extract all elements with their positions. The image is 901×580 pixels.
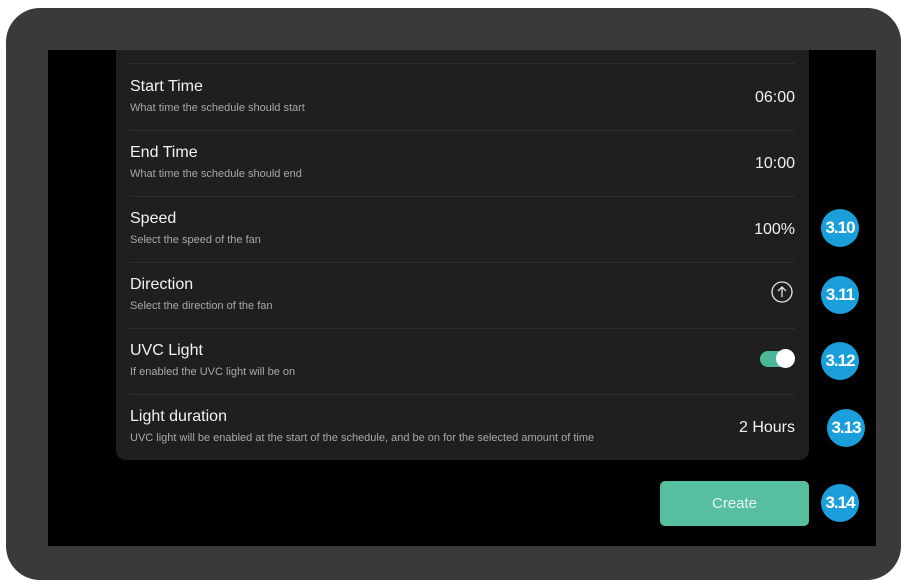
setting-title: Start Time [130, 78, 203, 95]
callout-badge: 3.14 [821, 484, 859, 522]
callout-badge: 3.13 [827, 409, 865, 447]
setting-description: What time the schedule should start [130, 102, 305, 114]
setting-row-start-time[interactable]: Start Time What time the schedule should… [130, 64, 795, 131]
light-duration-value[interactable]: 2 Hours [739, 419, 795, 437]
setting-title: End Time [130, 144, 198, 161]
arrow-up-circle-icon[interactable] [771, 281, 793, 303]
setting-description: Select the direction of the fan [130, 300, 273, 312]
setting-description: Select the speed of the fan [130, 234, 261, 246]
callout-badge: 3.10 [821, 209, 859, 247]
setting-description: What time the schedule should end [130, 168, 302, 180]
setting-row-speed[interactable]: Speed Select the speed of the fan 100% [130, 196, 795, 263]
setting-row-end-time[interactable]: End Time What time the schedule should e… [130, 130, 795, 197]
setting-description: If enabled the UVC light will be on [130, 366, 296, 378]
setting-title: UVC Light [130, 342, 203, 359]
setting-title: Speed [130, 210, 177, 227]
start-time-value[interactable]: 06:00 [755, 89, 795, 107]
speed-value[interactable]: 100% [754, 221, 795, 239]
setting-title: Light duration [130, 408, 227, 425]
callout-badge: 3.11 [821, 276, 859, 314]
setting-description: UVC light will be enabled at the start o… [130, 432, 595, 444]
setting-title: Direction [130, 276, 194, 293]
setting-row-uvc-light[interactable]: UVC Light If enabled the UVC light will … [130, 328, 795, 395]
end-time-value[interactable]: 10:00 [755, 155, 795, 173]
setting-row-light-duration[interactable]: Light duration UVC light will be enabled… [130, 394, 795, 460]
schedule-settings-panel: Start Time What time the schedule should… [116, 50, 809, 460]
create-button[interactable]: Create [660, 481, 809, 526]
toggle-knob [776, 349, 795, 368]
uvc-light-toggle[interactable] [760, 349, 795, 368]
setting-row-direction[interactable]: Direction Select the direction of the fa… [130, 262, 795, 329]
screen: Start Time What time the schedule should… [48, 50, 876, 546]
callout-badge: 3.12 [821, 342, 859, 380]
